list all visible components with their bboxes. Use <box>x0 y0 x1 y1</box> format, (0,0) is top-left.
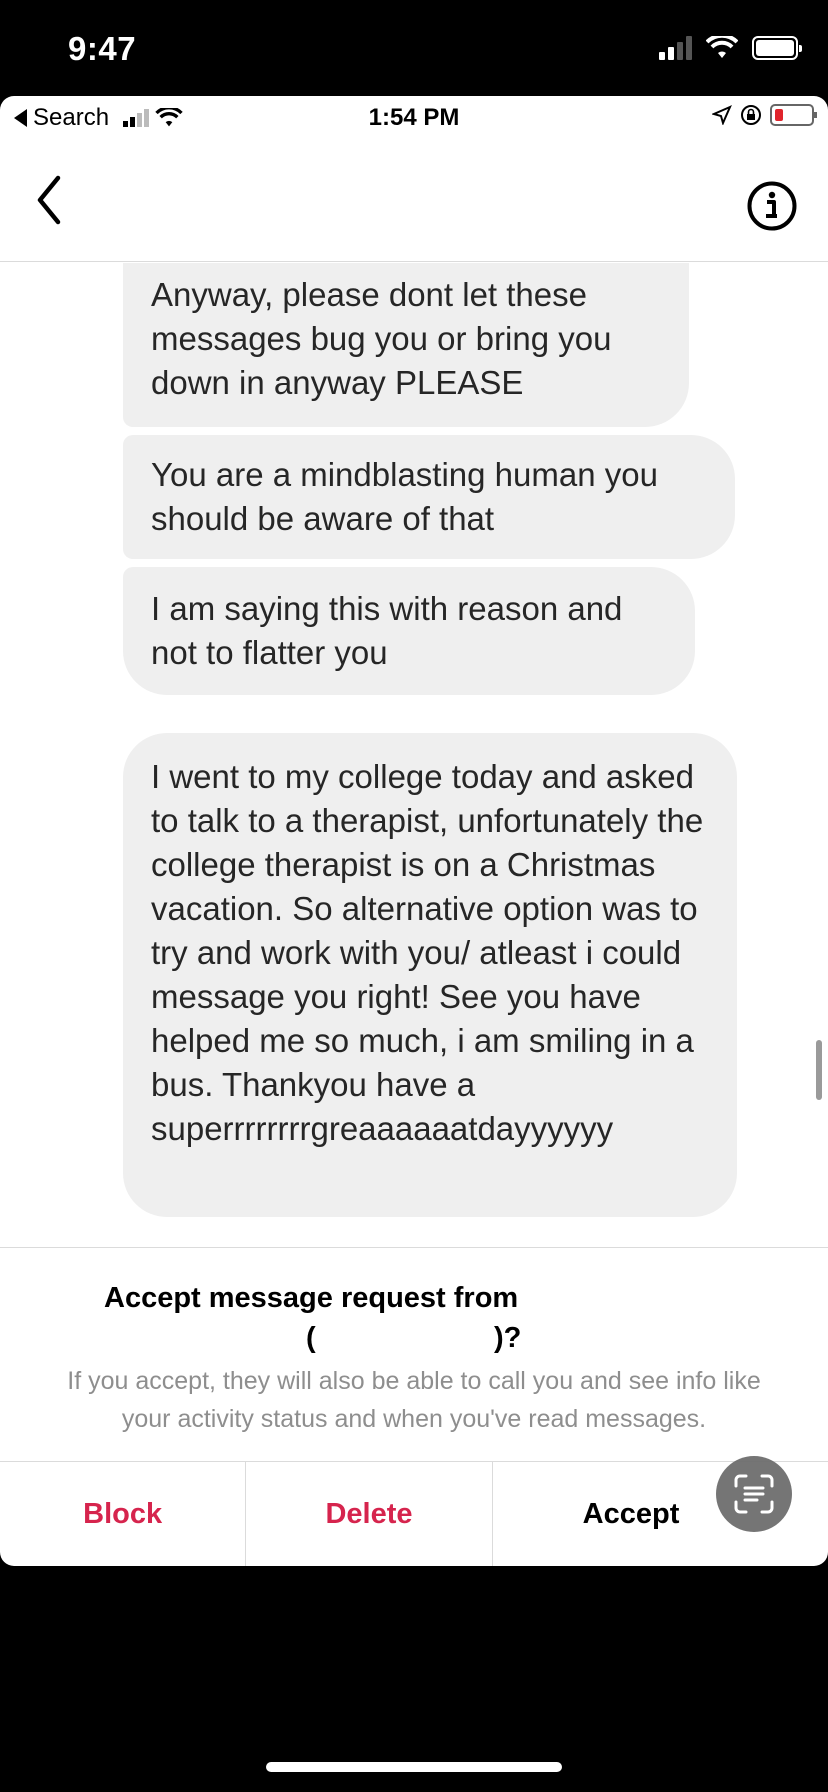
message-bubble[interactable]: You are a mindblasting human you should … <box>123 435 735 559</box>
block-button[interactable]: Block <box>0 1462 247 1566</box>
device-time: 9:47 <box>68 30 137 67</box>
chat-header <box>0 140 828 262</box>
signal-icon <box>659 36 692 60</box>
message-bubble[interactable]: I went to my college today and asked to … <box>123 733 737 1217</box>
inner-status-bar: Search 1:54 PM <box>0 96 828 140</box>
inner-status-icons <box>712 104 817 126</box>
scan-text-button[interactable] <box>716 1456 792 1532</box>
battery-icon <box>770 104 817 126</box>
back-button[interactable] <box>30 170 70 230</box>
wifi-icon <box>705 33 739 60</box>
delete-button[interactable]: Delete <box>246 1462 493 1566</box>
back-chevron-icon <box>37 175 61 225</box>
orientation-lock-icon <box>741 105 761 125</box>
info-icon <box>747 181 797 231</box>
home-indicator[interactable] <box>266 1762 562 1772</box>
request-action-bar: Block Delete Accept <box>0 1461 828 1566</box>
inner-time: 1:54 PM <box>368 104 460 131</box>
request-username-open: ( <box>306 1322 316 1354</box>
message-bubble[interactable]: I am saying this with reason and not to … <box>123 567 695 695</box>
location-icon <box>712 105 732 125</box>
request-title: Accept message request from <box>104 1282 519 1314</box>
scan-text-icon <box>734 1474 774 1514</box>
app-screen: Search 1:54 PM Anyway, please dont let t… <box>0 96 828 1566</box>
scroll-indicator[interactable] <box>816 1040 822 1100</box>
device-status-bar: 9:47 <box>0 0 828 96</box>
request-note: If you accept, they will also be able to… <box>67 1367 761 1433</box>
message-thread[interactable]: Anyway, please dont let these messages b… <box>0 263 828 1229</box>
request-username-close: )? <box>494 1322 522 1354</box>
message-bubble[interactable]: Anyway, please dont let these messages b… <box>123 263 689 427</box>
device-status-icons <box>659 33 802 60</box>
message-request-panel: Accept message request from ( )? If you … <box>0 1247 828 1461</box>
battery-icon <box>752 36 802 60</box>
info-button[interactable] <box>746 180 798 232</box>
